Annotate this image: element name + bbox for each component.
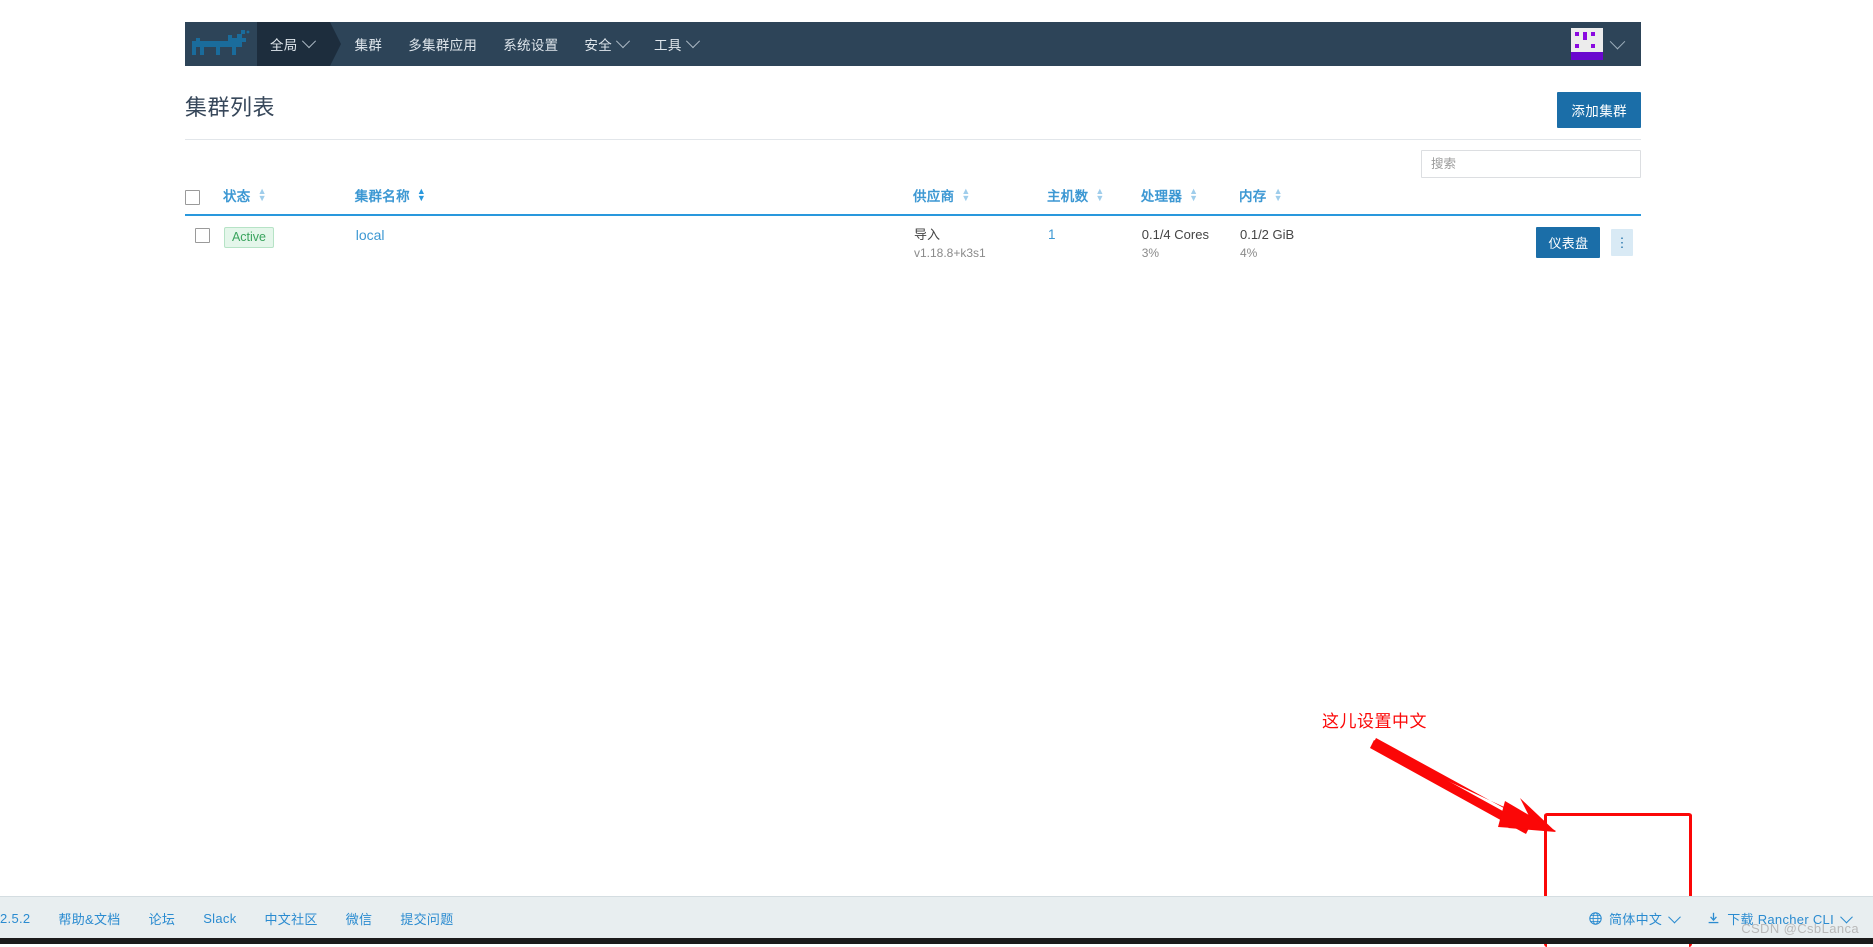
table-row[interactable]: Active local 导入 v1.18.8+k3s1 1 0.1/4 Cor… bbox=[185, 215, 1641, 263]
row-name-cell: local bbox=[355, 215, 913, 263]
navbar-spacer bbox=[711, 22, 1571, 66]
language-selector[interactable]: 简体中文 bbox=[1575, 909, 1693, 928]
chevron-down-icon bbox=[1609, 33, 1626, 49]
provider-version: v1.18.8+k3s1 bbox=[913, 246, 986, 260]
memory-percent: 4% bbox=[1240, 246, 1258, 260]
header-actions bbox=[1462, 185, 1641, 215]
page-title: 集群列表 bbox=[185, 95, 276, 120]
search-input[interactable] bbox=[1421, 150, 1641, 178]
table-head: 状态 ▲ ▼ 集群名称 ▲ ▼ 供应商 ▲ ▼ 主机数 ▲ ▼ 处理器 ▲ ▼ … bbox=[185, 185, 1641, 215]
nav-global-label: 全局 bbox=[270, 38, 298, 53]
cpu-percent: 3% bbox=[1141, 246, 1160, 260]
top-navbar: 全局 集群 多集群应用 系统设置 安全 工具 bbox=[185, 22, 1641, 66]
row-state-cell: Active bbox=[223, 215, 355, 263]
row-select-cell bbox=[185, 215, 223, 263]
table-header-row: 状态 ▲ ▼ 集群名称 ▲ ▼ 供应商 ▲ ▼ 主机数 ▲ ▼ 处理器 ▲ ▼ … bbox=[185, 185, 1641, 215]
language-label: 简体中文 bbox=[1609, 911, 1663, 927]
chevron-down-icon bbox=[1668, 910, 1682, 923]
add-cluster-button[interactable]: 添加集群 bbox=[1557, 92, 1641, 128]
sort-icon: ▲ ▼ bbox=[1189, 186, 1199, 203]
row-cpu-cell: 0.1/4 Cores 3% bbox=[1141, 215, 1239, 263]
nav-tools-label: 工具 bbox=[654, 38, 682, 53]
rancher-cow-icon bbox=[192, 30, 250, 55]
sort-icon: ▲ ▼ bbox=[961, 186, 971, 203]
watermark: CSDN @CsbLanca bbox=[1741, 921, 1859, 936]
row-actions-cell: 仪表盘 ⋮ bbox=[1462, 215, 1641, 263]
nav-multi-cluster-apps[interactable]: 多集群应用 bbox=[395, 22, 490, 66]
nav-global[interactable]: 全局 bbox=[257, 22, 341, 66]
header-cpu[interactable]: 处理器 ▲ ▼ bbox=[1141, 185, 1239, 215]
nav-multi-cluster-apps-label: 多集群应用 bbox=[408, 38, 478, 53]
select-all-header bbox=[185, 185, 223, 215]
nav-clusters-label: 集群 bbox=[354, 38, 383, 53]
footer-link-community[interactable]: 中文社区 bbox=[251, 909, 332, 928]
header-state-label: 状态 bbox=[222, 189, 251, 204]
footer-link-forums[interactable]: 论坛 bbox=[135, 909, 190, 928]
footer-link-slack[interactable]: Slack bbox=[189, 911, 250, 926]
clusters-table: 状态 ▲ ▼ 集群名称 ▲ ▼ 供应商 ▲ ▼ 主机数 ▲ ▼ 处理器 ▲ ▼ … bbox=[185, 185, 1641, 263]
nav-tools[interactable]: 工具 bbox=[641, 22, 711, 66]
search-row bbox=[185, 150, 1641, 178]
row-provider-cell: 导入 v1.18.8+k3s1 bbox=[913, 215, 1047, 263]
version-label: 2.5.2 bbox=[0, 910, 31, 926]
header-nodes-label: 主机数 bbox=[1046, 189, 1089, 204]
annotation-text: 这儿设置中文 bbox=[1322, 712, 1427, 731]
header-cluster-name[interactable]: 集群名称 ▲ ▼ bbox=[355, 185, 913, 215]
header-nodes[interactable]: 主机数 ▲ ▼ bbox=[1047, 185, 1141, 215]
chevron-down-icon bbox=[301, 34, 316, 49]
sort-icon: ▲ ▼ bbox=[1273, 186, 1283, 203]
node-count-link[interactable]: 1 bbox=[1048, 227, 1056, 242]
header-provider[interactable]: 供应商 ▲ ▼ bbox=[913, 185, 1047, 215]
nav-items: 全局 集群 多集群应用 系统设置 安全 工具 bbox=[257, 22, 711, 66]
bottom-strip bbox=[0, 938, 1873, 944]
nav-clusters[interactable]: 集群 bbox=[342, 22, 396, 66]
row-memory-cell: 0.1/2 GiB 4% bbox=[1239, 215, 1462, 263]
annotation-arrow-icon bbox=[1370, 738, 1556, 834]
rancher-logo[interactable] bbox=[185, 22, 257, 66]
nav-settings[interactable]: 系统设置 bbox=[490, 22, 571, 66]
dashboard-button[interactable]: 仪表盘 bbox=[1536, 227, 1601, 258]
header-state[interactable]: 状态 ▲ ▼ bbox=[223, 185, 355, 215]
header-cluster-name-label: 集群名称 bbox=[354, 189, 410, 204]
nav-security[interactable]: 安全 bbox=[571, 22, 641, 66]
header-cpu-label: 处理器 bbox=[1140, 189, 1183, 204]
footer: 2.5.2 帮助&文档 论坛 Slack 中文社区 微信 提交问题 简体中文 下… bbox=[0, 896, 1873, 939]
download-icon bbox=[1707, 912, 1720, 925]
sort-icon: ▲ ▼ bbox=[257, 186, 267, 203]
header-provider-label: 供应商 bbox=[912, 189, 955, 204]
globe-icon bbox=[1589, 911, 1602, 925]
nav-settings-label: 系统设置 bbox=[503, 38, 559, 53]
chevron-down-icon bbox=[685, 34, 700, 49]
status-badge: Active bbox=[223, 227, 274, 248]
cpu-value: 0.1/4 Cores bbox=[1141, 227, 1209, 242]
footer-link-docs[interactable]: 帮助&文档 bbox=[44, 909, 134, 928]
header-memory-label: 内存 bbox=[1239, 189, 1267, 204]
footer-link-file-issue[interactable]: 提交问题 bbox=[386, 909, 467, 928]
select-all-checkbox[interactable] bbox=[185, 190, 200, 205]
header-divider bbox=[185, 139, 1641, 140]
row-nodes-cell: 1 bbox=[1047, 215, 1141, 263]
memory-value: 0.1/2 GiB bbox=[1240, 227, 1295, 242]
footer-link-wechat[interactable]: 微信 bbox=[332, 909, 387, 928]
provider-value: 导入 bbox=[913, 227, 940, 242]
row-actions-menu-button[interactable]: ⋮ bbox=[1611, 229, 1633, 256]
footer-links: 2.5.2 帮助&文档 论坛 Slack 中文社区 微信 提交问题 bbox=[0, 909, 468, 928]
user-menu[interactable] bbox=[1571, 22, 1641, 66]
header-memory[interactable]: 内存 ▲ ▼ bbox=[1239, 185, 1462, 215]
table-body: Active local 导入 v1.18.8+k3s1 1 0.1/4 Cor… bbox=[185, 215, 1641, 263]
avatar bbox=[1571, 28, 1603, 60]
row-checkbox[interactable] bbox=[195, 228, 210, 244]
sort-icon: ▲ ▼ bbox=[416, 186, 427, 203]
clusters-table-wrap: 状态 ▲ ▼ 集群名称 ▲ ▼ 供应商 ▲ ▼ 主机数 ▲ ▼ 处理器 ▲ ▼ … bbox=[185, 185, 1641, 263]
nav-security-label: 安全 bbox=[584, 38, 613, 53]
sort-icon: ▲ ▼ bbox=[1095, 186, 1105, 203]
chevron-down-icon bbox=[615, 34, 631, 49]
page-header: 集群列表 添加集群 bbox=[185, 92, 1641, 128]
cluster-name-link[interactable]: local bbox=[356, 227, 385, 243]
